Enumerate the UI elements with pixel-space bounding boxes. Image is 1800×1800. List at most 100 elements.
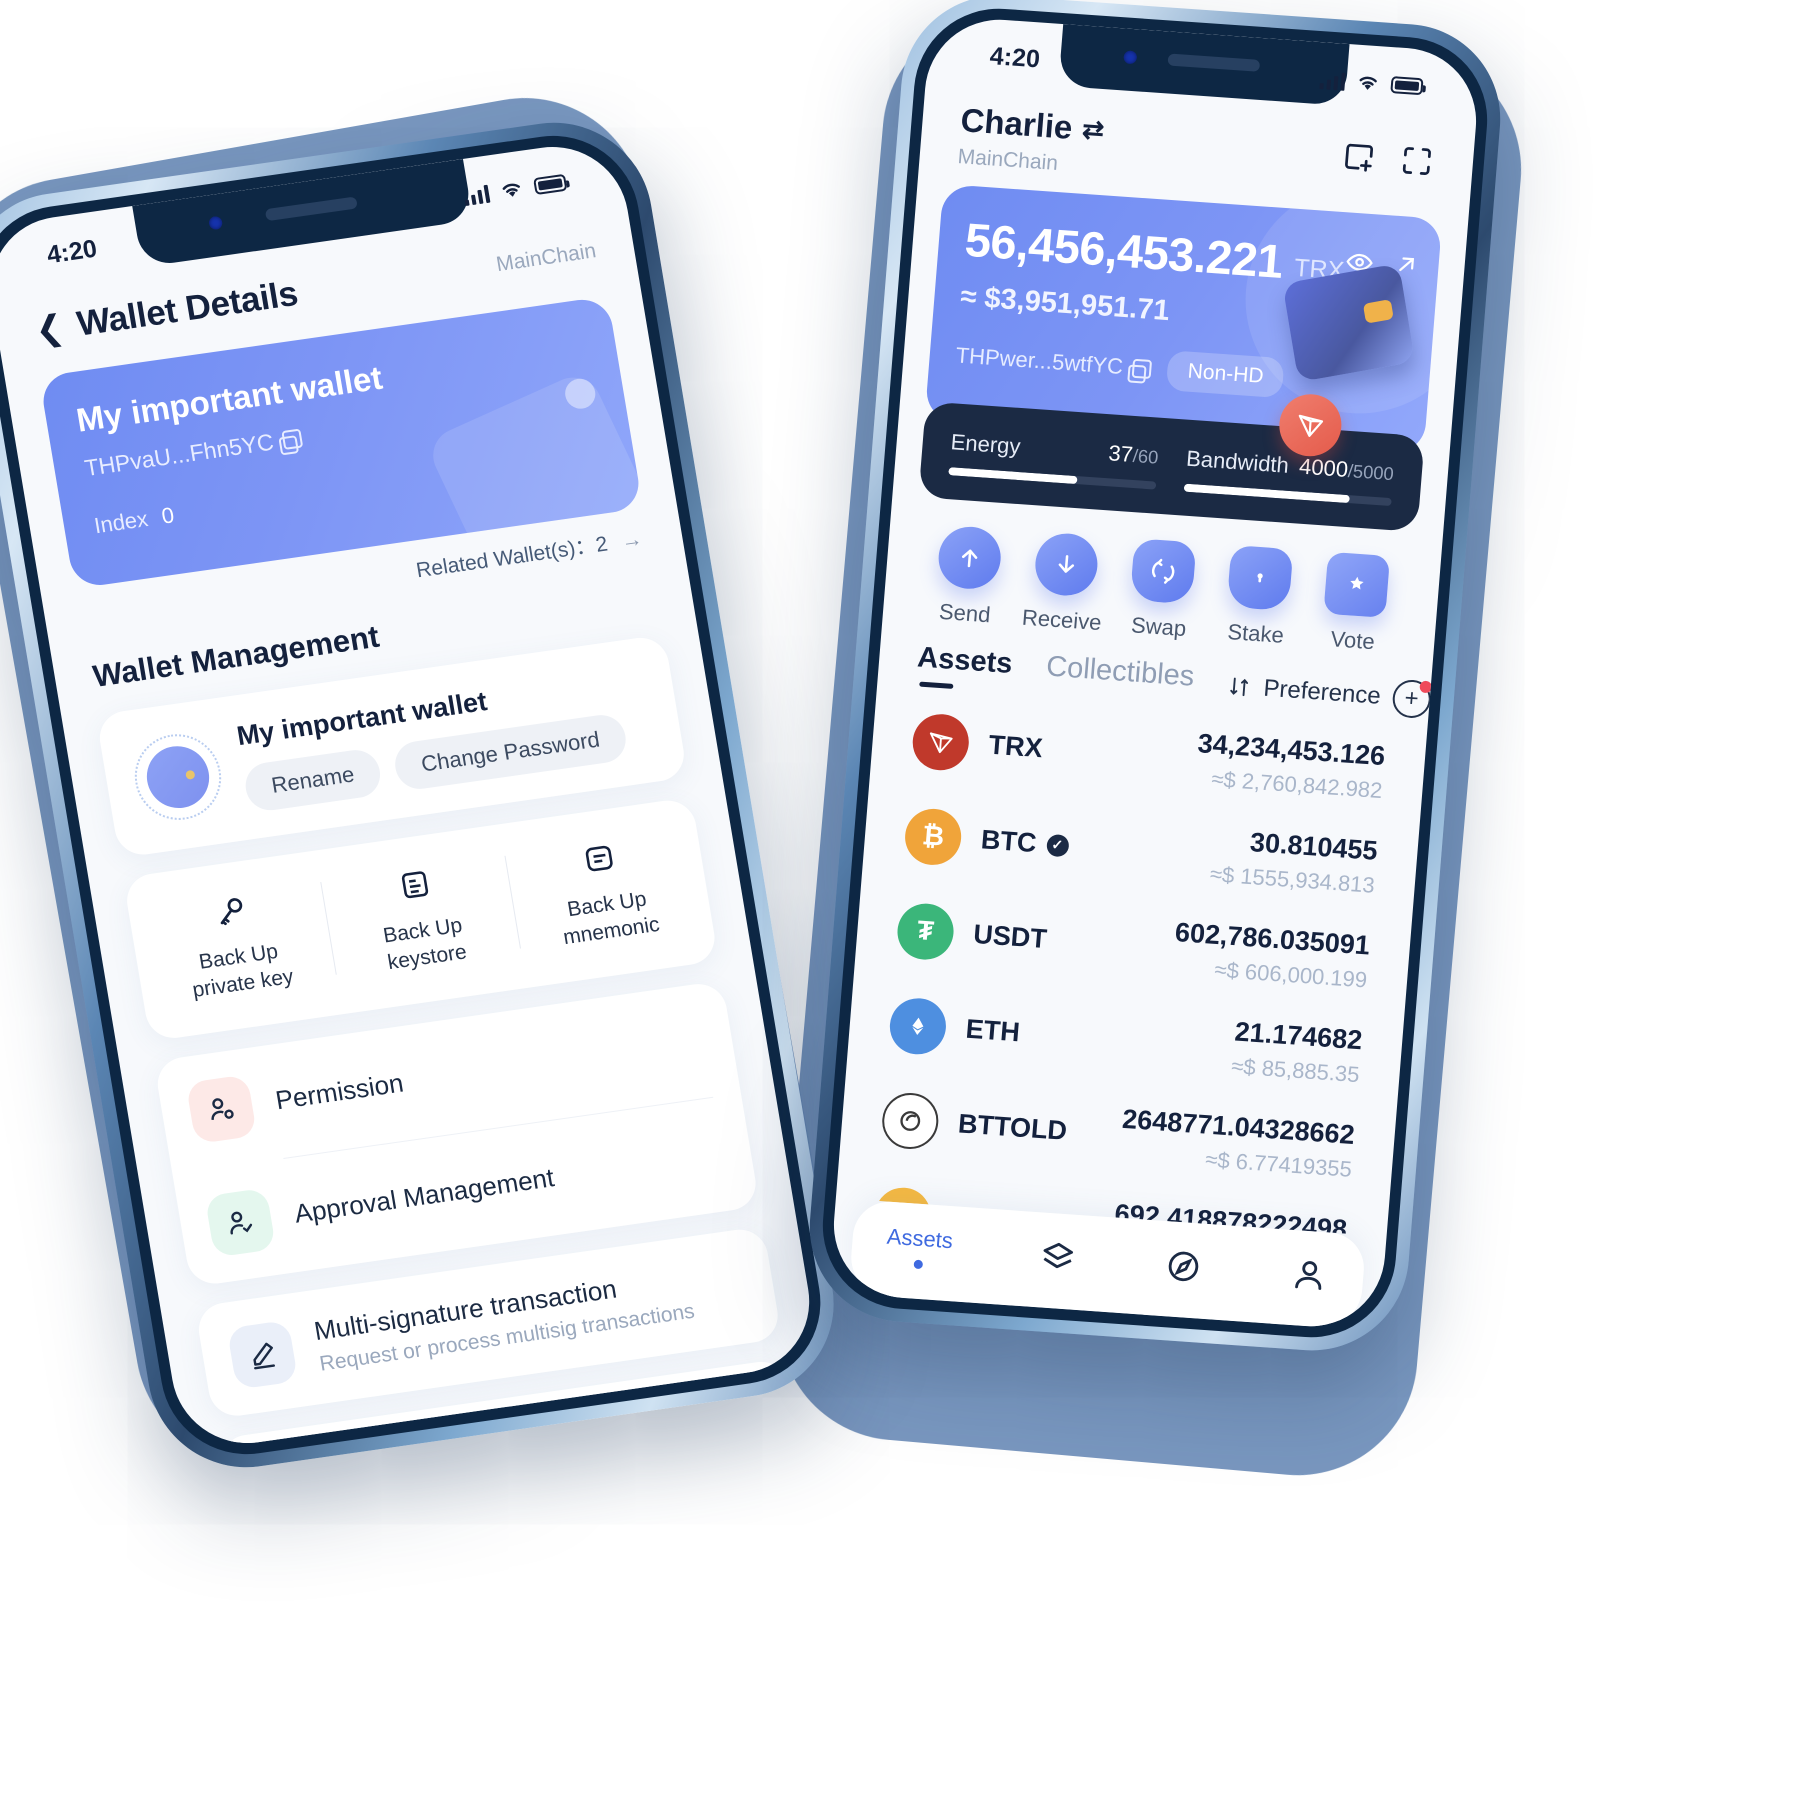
action-receive-label: Receive <box>1021 604 1103 636</box>
wallet-home-screen: 4:20 Charlie ⇄ MainChain 56,456,453.221 … <box>828 14 1482 1332</box>
asset-symbol-label: BTTOLD <box>957 1108 1069 1146</box>
action-stake[interactable]: Stake <box>1209 544 1308 650</box>
asset-usd-btc: ≈$ 1555,934.813 <box>1209 861 1376 898</box>
wallet-home-body: Charlie ⇄ MainChain 56,456,453.221 TRX ≈… <box>828 15 1482 1331</box>
asset-amount-usdt: 602,786.035091 <box>1173 917 1372 961</box>
menu-label-dapp-connection: DApp Connection <box>336 1435 543 1453</box>
wallet-index-label: Index <box>92 506 150 539</box>
action-send-label: Send <box>938 598 992 628</box>
resource-bandwidth[interactable]: Bandwidth 4000/5000 <box>1183 446 1395 507</box>
resource-energy-line: Energy 37/60 <box>950 429 1160 469</box>
menu-label-approval-management: Approval Management <box>292 1162 557 1229</box>
resource-energy-label: Energy <box>949 429 1022 460</box>
status-icons-right <box>1319 69 1424 96</box>
resource-energy-current: 37 <box>1107 440 1134 467</box>
asset-symbol-label: USDT <box>972 919 1049 955</box>
chain-label: MainChain <box>494 239 598 277</box>
sort-icon[interactable] <box>1227 674 1253 700</box>
tabbar-item-layers[interactable] <box>1036 1236 1079 1279</box>
resource-bandwidth-max-value: 5000 <box>1352 460 1395 485</box>
usdt-icon: ₮ <box>895 901 956 961</box>
pencil-icon <box>226 1319 299 1390</box>
tab-assets[interactable]: Assets <box>915 641 1013 692</box>
link-icon <box>248 1451 321 1453</box>
asset-usd-trx: ≈$ 2,760,842.982 <box>1210 766 1384 804</box>
asset-symbol-label: BTC <box>979 824 1038 859</box>
layers-icon <box>1043 1242 1074 1268</box>
action-stake-label: Stake <box>1226 619 1285 648</box>
resource-bandwidth-bar <box>1183 483 1392 507</box>
scan-qr-icon[interactable] <box>1398 142 1437 180</box>
asset-values-btc: 30.810455 ≈$ 1555,934.813 <box>1209 824 1379 898</box>
header-actions <box>1340 128 1437 180</box>
action-receive[interactable]: Receive <box>1015 530 1114 636</box>
approval-icon <box>204 1187 277 1258</box>
backup-mnemonic-button[interactable]: Back Up mnemonic <box>503 824 705 958</box>
preference-label: Preference <box>1262 674 1382 710</box>
asset-amount-trx: 34,234,453.126 <box>1196 728 1387 772</box>
rename-button[interactable]: Rename <box>242 746 384 814</box>
backup-private-key-label: Back Up private key <box>190 939 296 1002</box>
chevron-left-icon[interactable]: ❮ <box>32 308 66 349</box>
asset-values-eth: 21.174682 ≈$ 85,885.35 <box>1230 1016 1363 1088</box>
status-time: 4:20 <box>44 234 99 269</box>
backup-mnemonic-label: Back Up mnemonic <box>561 887 662 950</box>
btc-icon: ₿ <box>903 806 964 867</box>
assets-list[interactable]: TRX 34,234,453.126 ≈$ 2,760,842.982 ₿ BT… <box>862 685 1402 1235</box>
receive-icon <box>1032 531 1100 598</box>
resource-energy[interactable]: Energy 37/60 <box>948 429 1160 490</box>
backup-keystore-button[interactable]: Back Up keystore <box>319 850 521 984</box>
wallet-identity-main: My important wallet Rename Change Passwo… <box>235 664 656 814</box>
resource-bandwidth-line: Bandwidth 4000/5000 <box>1185 446 1395 486</box>
action-vote[interactable]: Vote <box>1306 551 1405 657</box>
asset-values-bttold: 2648771.04328662 ≈$ 6.77419355 <box>1119 1104 1356 1183</box>
screenshot-stage: 4:20 ❮ Wallet Details MainChain My impor… <box>0 0 1800 1800</box>
account-name-row[interactable]: Charlie ⇄ <box>959 101 1105 149</box>
add-token-icon[interactable]: + <box>1391 678 1433 719</box>
action-swap-label: Swap <box>1130 612 1188 642</box>
asset-symbol-eth: ETH <box>965 1014 1021 1049</box>
resource-bandwidth-value: 4000/5000 <box>1298 454 1395 487</box>
account-chain: MainChain <box>956 145 1059 175</box>
discover-icon <box>1168 1251 1199 1281</box>
asset-usd-eth: ≈$ 85,885.35 <box>1230 1053 1361 1088</box>
arrow-right-icon: → <box>619 527 644 554</box>
copy-icon[interactable] <box>281 428 304 450</box>
status-time: 4:20 <box>988 41 1042 73</box>
profile-icon <box>1295 1260 1322 1290</box>
resource-energy-value: 37/60 <box>1107 440 1160 469</box>
asset-symbol-bttold: BTTOLD <box>957 1108 1068 1147</box>
battery-icon <box>1390 75 1424 95</box>
resource-bandwidth-current: 4000 <box>1298 453 1350 482</box>
account-block[interactable]: Charlie ⇄ MainChain <box>957 101 1106 179</box>
add-wallet-icon[interactable] <box>1340 138 1379 176</box>
wifi-icon <box>502 183 520 197</box>
wallet-index-value: 0 <box>159 502 176 529</box>
wallet-3d-illustration <box>1282 263 1416 383</box>
keystore-icon <box>325 851 505 919</box>
signal-icon <box>1319 69 1346 91</box>
tabbar-item-assets[interactable]: Assets <box>885 1224 954 1271</box>
action-swap[interactable]: Swap <box>1112 537 1211 643</box>
resource-energy-max: /60 <box>1132 444 1160 468</box>
asset-symbol-label: TRX <box>987 729 1044 764</box>
backup-private-key-button[interactable]: Back Up private key <box>135 876 337 1010</box>
page-title: Wallet Details <box>74 273 301 344</box>
verified-check-icon: ✓ <box>1045 833 1070 857</box>
permission-icon <box>185 1074 258 1144</box>
mnemonic-icon <box>509 825 689 893</box>
switch-account-icon[interactable]: ⇄ <box>1081 113 1105 145</box>
asset-amount-btc: 30.810455 <box>1248 827 1379 866</box>
action-send[interactable]: Send <box>918 524 1017 630</box>
balance-address-row[interactable]: THPwer...5wtfYC <box>955 342 1153 382</box>
tabbar-item-profile[interactable] <box>1288 1253 1331 1296</box>
asset-values-trx: 34,234,453.126 ≈$ 2,760,842.982 <box>1194 728 1387 804</box>
tabbar-item-discover[interactable] <box>1162 1245 1205 1288</box>
copy-icon[interactable] <box>1132 358 1153 379</box>
balance-address: THPwer...5wtfYC <box>954 342 1124 379</box>
phone-right: 4:20 Charlie ⇄ MainChain 56,456,453.221 … <box>802 0 1508 1357</box>
asset-symbol-usdt: USDT <box>972 919 1048 955</box>
wallet-avatar-icon <box>128 728 228 826</box>
resource-bandwidth-max: /5000 <box>1347 460 1395 485</box>
tabbar-active-dot <box>912 1259 923 1270</box>
